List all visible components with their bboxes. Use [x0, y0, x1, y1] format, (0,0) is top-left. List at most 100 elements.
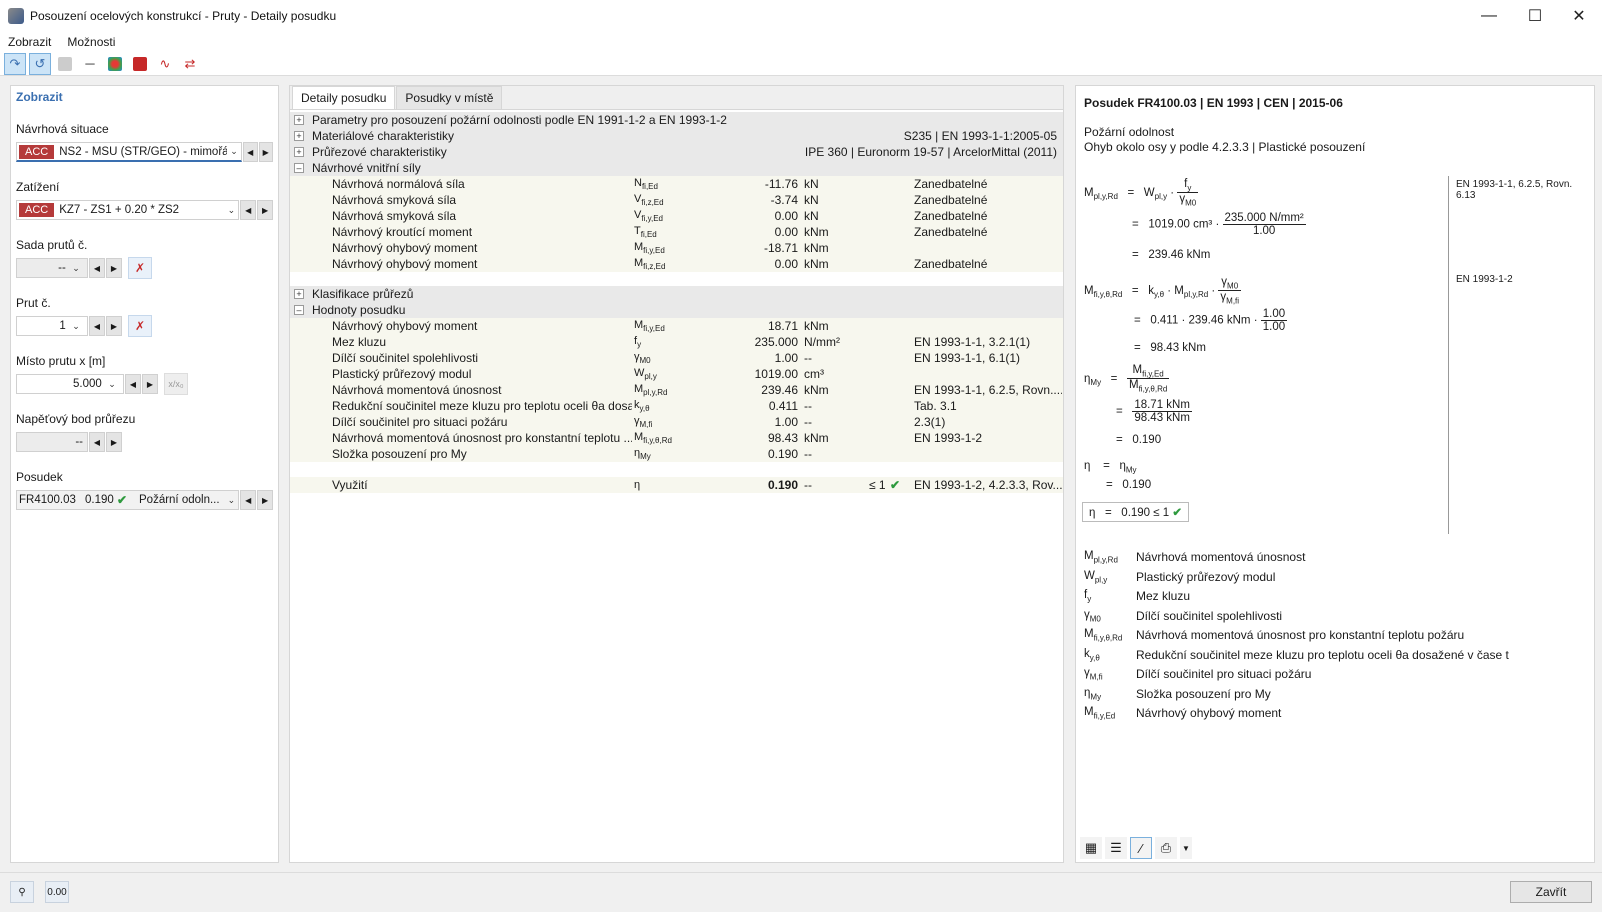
pick-member-icon[interactable]: ✗	[128, 315, 152, 337]
select-in-model-icon[interactable]: ↺	[29, 52, 51, 75]
prev-arrow-icon[interactable]: ◀	[243, 142, 258, 162]
export-icon[interactable]: ▦	[1080, 837, 1102, 859]
minimize-button[interactable]: —	[1466, 0, 1512, 32]
expand-icon[interactable]: +	[294, 131, 304, 141]
location-select[interactable]: 5.000 ⌄	[16, 374, 124, 394]
pick-member-set-icon[interactable]: ✗	[128, 257, 152, 279]
chevron-down-icon[interactable]: ▼	[1180, 837, 1192, 859]
check-id: FR4100.03	[19, 494, 76, 506]
prev-arrow-icon[interactable]: ◀	[89, 258, 105, 278]
tab-checks-at-location[interactable]: Posudky v místě	[396, 86, 503, 109]
force-symbol-main: M	[634, 256, 644, 269]
value-row[interactable]: Redukční součinitel meze kluzu pro teplo…	[290, 398, 1063, 414]
value-row[interactable]: Návrhová momentová únosnost Mpl,y,Rd 239.4…	[290, 382, 1063, 398]
utilization-row[interactable]: Využití η 0.190 -- ≤ 1 ✔ EN 1993-1-2, 4.…	[290, 477, 1063, 493]
expand-icon[interactable]: +	[294, 115, 304, 125]
value-value: 18.71	[767, 319, 798, 333]
eq-mplrd-val: 239.46 kNm	[1148, 249, 1211, 261]
member-select[interactable]: 1 ⌄	[16, 316, 88, 336]
next-arrow-icon[interactable]: ▶	[106, 316, 122, 336]
member-icon[interactable]: ─	[79, 53, 101, 75]
section-forces[interactable]: – Návrhové vnitřní síly	[290, 160, 1063, 176]
prev-arrow-icon[interactable]: ◀	[89, 316, 105, 336]
close-window-button[interactable]: ✕	[1556, 0, 1602, 32]
next-arrow-icon[interactable]: ▶	[258, 142, 273, 162]
value-row[interactable]: Mez kluzu fy 235.000 N/mm² EN 1993-1-1, 3.2.…	[290, 334, 1063, 350]
value-name: Dílčí součinitel pro situaci požáru	[332, 415, 508, 429]
value-symbol-sub: M,fi	[639, 420, 653, 430]
design-situation-select[interactable]: ACC NS2 - MSÚ (STR/GEO) - mimořá... ⌄	[16, 142, 242, 162]
value-value: 235.000	[754, 335, 798, 349]
print-icon[interactable]: ⎙	[1155, 837, 1177, 859]
force-row[interactable]: Návrhový ohybový moment Mfi,y,Ed -18.71 kNm	[290, 240, 1063, 256]
value-row[interactable]: Složka posouzení pro My ηMy 0.190 --	[290, 446, 1063, 462]
force-row[interactable]: Návrhová smyková síla Vfi,z,Ed -3.74 kN Zane…	[290, 192, 1063, 208]
next-arrow-icon[interactable]: ▶	[257, 490, 273, 510]
member-diagram-icon[interactable]: ⇄	[179, 53, 201, 75]
section-cross-section[interactable]: + Průřezové charakteristiky IPE 360 | Eu…	[290, 144, 1063, 160]
value-unit: cm³	[804, 367, 824, 381]
prev-arrow-icon[interactable]: ◀	[125, 374, 141, 394]
next-arrow-icon[interactable]: ▶	[106, 432, 122, 452]
check-select[interactable]: FR4100.03 0.190 ✔ Požární odoln... ⌄	[16, 490, 240, 510]
legend-symbol-sub: M,fi	[1089, 672, 1103, 682]
member-set-value: --	[58, 262, 66, 274]
close-button[interactable]: Zavřít	[1510, 881, 1592, 903]
expand-icon[interactable]: +	[294, 147, 304, 157]
section-classification[interactable]: + Klasifikace průřezů	[290, 286, 1063, 302]
relative-location-button[interactable]: x/x₀	[164, 373, 188, 395]
value-symbol: ηMy	[634, 447, 726, 461]
legend-row: γM,fi Dílčí součinitel pro situaci požáru	[1084, 667, 1311, 685]
select-cursor-icon[interactable]: ↷	[4, 52, 26, 75]
value-row[interactable]: Návrhový ohybový moment Mfi,y,Ed 18.71 kNm	[290, 318, 1063, 334]
collapse-icon[interactable]: –	[294, 163, 304, 173]
section-params[interactable]: + Parametry pro posouzení požární odolno…	[290, 112, 1063, 128]
value-name: Návrhová momentová únosnost	[332, 383, 502, 397]
force-row[interactable]: Návrhový ohybový moment Mfi,z,Ed 0.00 kNm Za…	[290, 256, 1063, 272]
formula-icon[interactable]: ∕	[1130, 837, 1152, 859]
force-row[interactable]: Návrhová normálová síla Nfi,Ed -11.76 kN Zan…	[290, 176, 1063, 192]
force-row[interactable]: Návrhová smyková síla Vfi,y,Ed 0.00 kN Zaned…	[290, 208, 1063, 224]
prev-arrow-icon[interactable]: ◀	[240, 490, 257, 510]
section-values[interactable]: – Hodnoty posudku	[290, 302, 1063, 318]
result-info-icon[interactable]	[129, 53, 151, 75]
search-icon[interactable]: ⚲	[10, 881, 34, 903]
tab-check-details[interactable]: Detaily posudku	[292, 86, 396, 109]
decimals-button[interactable]: 0.00	[45, 881, 69, 903]
collapse-icon[interactable]: –	[294, 305, 304, 315]
maximize-button[interactable]: ☐	[1512, 0, 1558, 32]
value-row[interactable]: Návrhová momentová únosnost pro konstant…	[290, 430, 1063, 446]
next-arrow-icon[interactable]: ▶	[257, 200, 273, 220]
colors-icon[interactable]	[104, 53, 126, 75]
check-title: Posudek FR4100.03 | EN 1993 | CEN | 2015…	[1084, 96, 1343, 110]
next-arrow-icon[interactable]: ▶	[142, 374, 158, 394]
load-select[interactable]: ACC KZ7 - ZS1 + 0.20 * ZS2 ⌄	[16, 200, 240, 220]
value-row[interactable]: Plastický průřezový modul Wpl,y 1019.00 cm³	[290, 366, 1063, 382]
stress-point-select[interactable]: --	[16, 432, 88, 452]
value-row[interactable]: Dílčí součinitel pro situaci požáru γM,fi…	[290, 414, 1063, 430]
force-row[interactable]: Návrhový kroutící moment Tfi,Ed 0.00 kNm Zan…	[290, 224, 1063, 240]
eq-ky-val: 0.411	[1150, 314, 1179, 327]
spacer-row	[290, 272, 1063, 286]
next-arrow-icon[interactable]: ▶	[106, 258, 122, 278]
force-symbol-sub: fi,z,Ed	[641, 198, 664, 208]
legend-row: Wpl,y Plastický průřezový modul	[1084, 570, 1275, 588]
menu-moznosti[interactable]: Možnosti	[59, 35, 123, 49]
section-material[interactable]: + Materiálové charakteristiky S235 | EN …	[290, 128, 1063, 144]
value-symbol-sub: pl,y	[644, 372, 657, 382]
diagram-icon[interactable]: ∿	[154, 53, 176, 75]
prev-arrow-icon[interactable]: ◀	[240, 200, 257, 220]
value-name: Návrhová momentová únosnost pro konstant…	[332, 431, 632, 445]
expand-icon[interactable]: +	[294, 289, 304, 299]
section-view-icon[interactable]	[54, 53, 76, 75]
eq-eta-total-def: η = ηMy	[1084, 460, 1137, 475]
prev-arrow-icon[interactable]: ◀	[89, 432, 105, 452]
member-set-select[interactable]: -- ⌄	[16, 258, 88, 278]
value-row[interactable]: Dílčí součinitel spolehlivosti γM0 1.00 -- E…	[290, 350, 1063, 366]
force-symbol-main: M	[634, 240, 644, 253]
force-value: 0.00	[774, 209, 798, 223]
list-icon[interactable]: ☰	[1105, 837, 1127, 859]
menu-zobrazit[interactable]: Zobrazit	[0, 35, 59, 49]
value-symbol-sub: My	[640, 452, 651, 462]
value-value: 1019.00	[754, 367, 798, 381]
